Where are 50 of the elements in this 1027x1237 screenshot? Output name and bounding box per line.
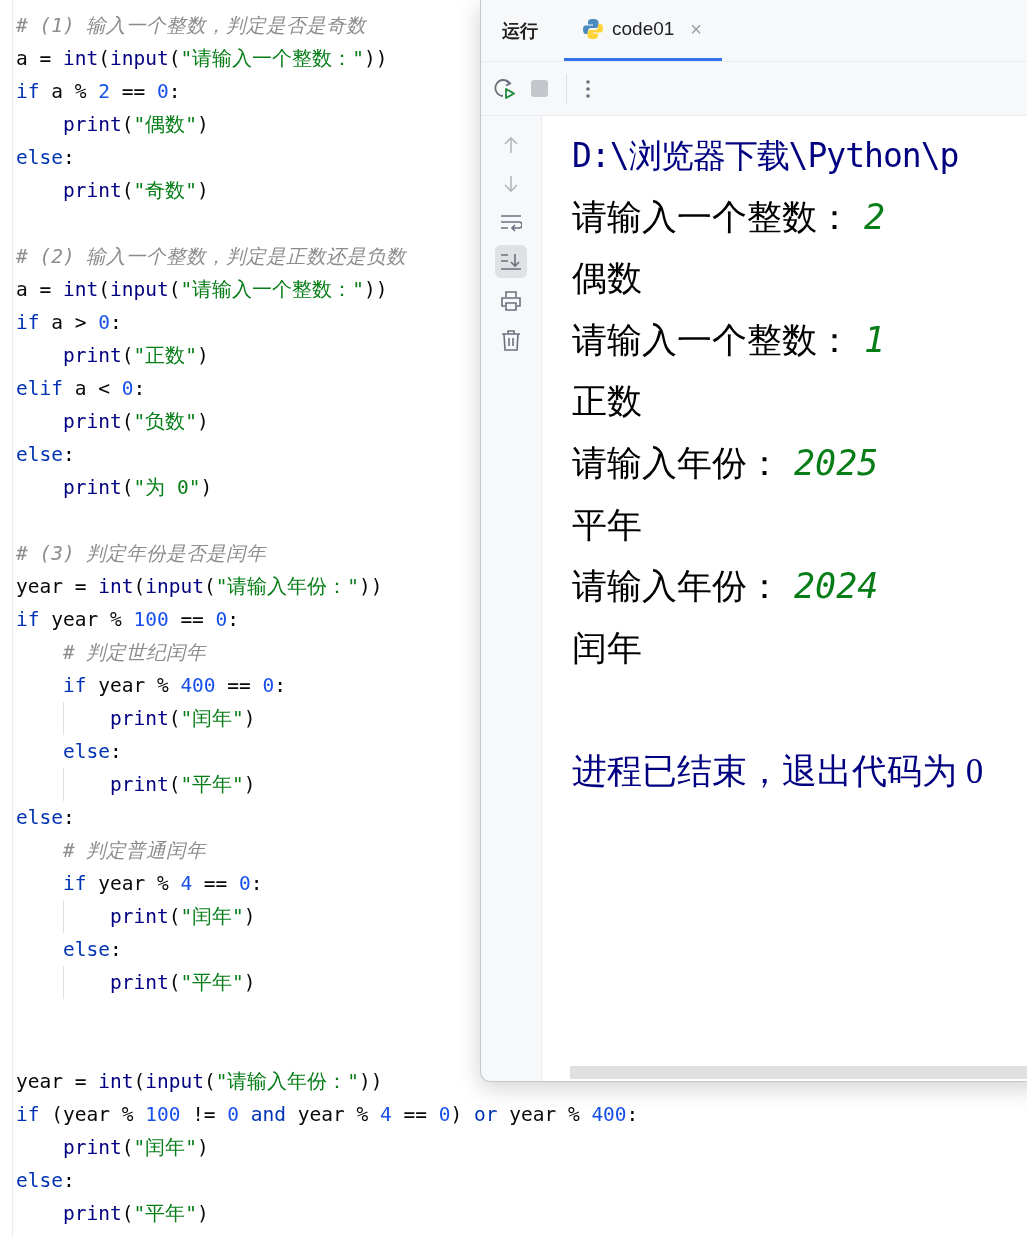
code-line: print("正数"): [61, 343, 209, 369]
console-input-text: 2024: [794, 566, 879, 607]
code-line: else:: [16, 442, 75, 468]
process-exit-message: 进程已结束，退出代码为 0: [572, 751, 984, 791]
console-output: 闰年: [572, 628, 642, 668]
console-prompt: 请输入年份：: [572, 443, 782, 483]
console-output: 平年: [572, 505, 642, 545]
code-line: if year % 4 == 0:: [61, 871, 263, 897]
code-line: # (1) 输入一个整数，判定是否是奇数: [16, 13, 367, 39]
code-line: print("奇数"): [61, 178, 209, 204]
run-tab[interactable]: code01 ×: [564, 0, 723, 61]
code-line: a = int(input("请输入一个整数：")): [16, 46, 388, 72]
code-line: if year % 400 == 0:: [61, 673, 287, 699]
code-line: year = int(input("请输入年份：")): [16, 1069, 383, 1095]
code-line: if year % 100 == 0:: [16, 607, 240, 633]
code-line: if a > 0:: [16, 310, 122, 336]
code-line: a = int(input("请输入一个整数：")): [16, 277, 388, 303]
code-line: else:: [61, 739, 122, 765]
code-line: print("负数"): [61, 409, 209, 435]
more-icon[interactable]: [585, 78, 591, 99]
console-prompt: 请输入一个整数：: [572, 320, 852, 360]
console-prompt: 请输入年份：: [572, 567, 782, 607]
code-line: if a % 2 == 0:: [16, 79, 181, 105]
code-line: if (year % 100 != 0 and year % 4 == 0) or year % 400:: [16, 1102, 639, 1128]
code-line: print("偶数"): [61, 112, 209, 138]
console-prompt: 请输入一个整数：: [572, 197, 852, 237]
code-line: # 判定世纪闰年: [61, 640, 207, 666]
code-line: else:: [61, 937, 122, 963]
code-line: print("闰年"): [61, 1135, 209, 1161]
console-output: 正数: [572, 382, 642, 422]
tool-window-title: 运行: [502, 19, 538, 43]
console-input-text: 2: [864, 196, 886, 237]
code-line: else:: [16, 145, 75, 171]
code-line: year = int(input("请输入年份：")): [16, 574, 383, 600]
console-input-text: 1: [864, 319, 886, 360]
code-line: elif a < 0:: [16, 376, 146, 402]
console-output: 偶数: [572, 259, 642, 299]
code-line: print("为 0"): [61, 475, 213, 501]
horizontal-scrollbar[interactable]: [570, 1066, 1027, 1079]
console-input-text: 2025: [794, 442, 879, 483]
rerun-icon[interactable]: [493, 76, 517, 101]
code-line: # 判定普通闰年: [61, 838, 207, 864]
python-logo-icon: [582, 18, 604, 40]
code-line: print("平年"): [61, 1201, 209, 1227]
code-line: # (3) 判定年份是否是闰年: [16, 541, 267, 567]
console-command-path: D:\浏览器下载\Python\p: [572, 136, 959, 175]
code-line: else:: [16, 1168, 75, 1194]
code-line: # (2) 输入一个整数，判定是正数还是负数: [16, 244, 407, 270]
scroll-to-end-icon[interactable]: [495, 245, 527, 278]
code-line: else:: [16, 805, 75, 831]
